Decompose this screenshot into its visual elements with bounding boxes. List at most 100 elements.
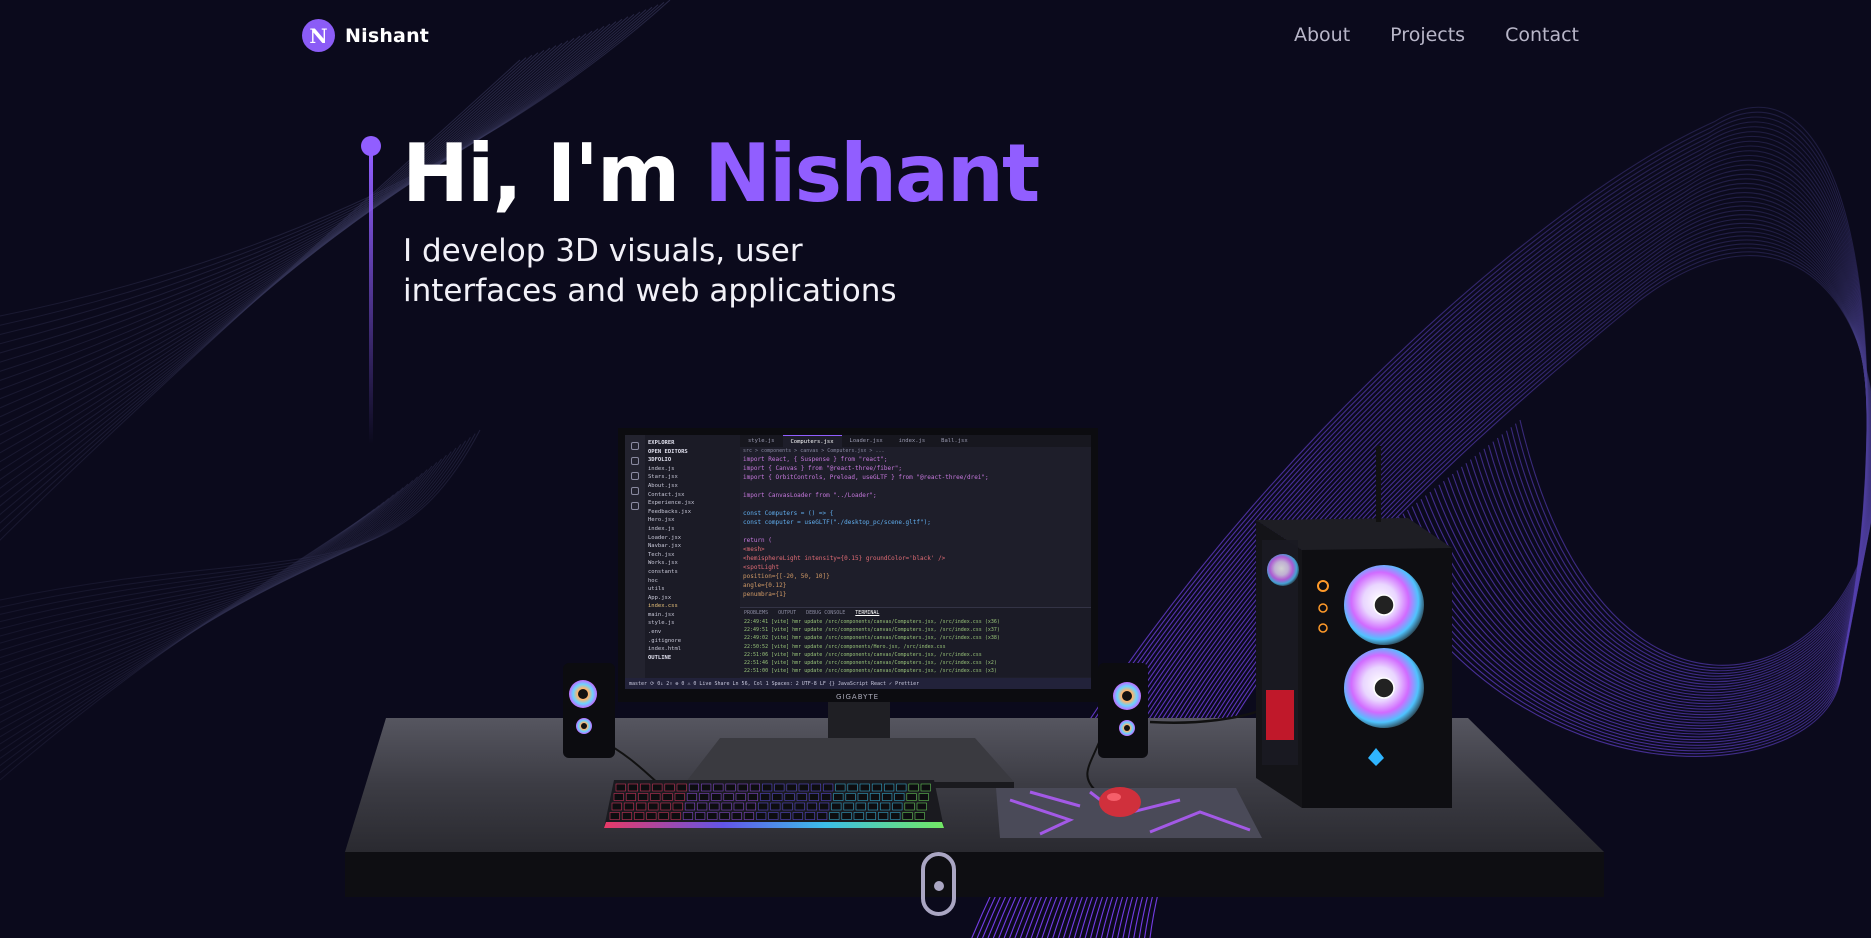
vscode-activity-bar [625,435,645,689]
explorer-title: EXPLORER [648,440,675,446]
hero-accent-line [361,136,381,446]
explorer-file[interactable]: index.js [648,465,737,474]
editor-tab[interactable]: Ball.jsx [933,435,976,447]
terminal-panel: PROBLEMS OUTPUT DEBUG CONSOLE TERMINAL 22:4… [740,607,1091,677]
explorer-file[interactable]: index.js [648,525,737,534]
code-line: <mesh> [743,546,765,553]
explorer-file[interactable]: Experience.jsx [648,499,737,508]
explorer-file[interactable]: Tech.jsx [648,551,737,560]
wave-line [1090,209,1871,938]
hero-accent-bar [369,154,373,444]
explorer-file-list: index.js Stars.jsx About.jsx Contact.jsx… [648,465,737,654]
explorer-file[interactable]: Loader.jsx [648,534,737,543]
editor-tabs: style.js Computers.jsx Loader.jsx index.js B… [740,435,1091,447]
scroll-indicator-icon[interactable] [921,852,956,916]
hero-accent-dot [361,136,381,156]
explorer-outline: OUTLINE [648,654,672,661]
terminal-line: 22:49:02 [vite] hmr update /src/componen… [744,635,1000,642]
terminal-output: 22:49:41 [vite] hmr update /src/componen… [740,618,1091,675]
editor-tab[interactable]: style.js [740,435,783,447]
explorer-file[interactable]: main.jsx [648,611,737,620]
brand-logo-icon: N [302,19,335,52]
explorer-file[interactable]: index.html [648,645,737,654]
explorer-file[interactable]: Feedbacks.jsx [648,508,737,517]
terminal-line: 22:51:06 [vite] hmr update /src/componen… [744,651,982,658]
explorer-file[interactable]: style.js [648,619,737,628]
code-line: position={[-20, 50, 10]} [743,573,830,580]
panel-tab[interactable]: TERMINAL [855,610,879,616]
editor-code: import React, { Suspense } from "react";… [743,455,1081,605]
hero-subtitle-line2: interfaces and web applications [403,273,897,309]
terminal-line: 22:51:46 [vite] hmr update /src/componen… [744,660,997,667]
code-line: penumbra={1} [743,591,787,598]
editor-breadcrumb: src > components > canvas > Computers.js… [743,448,885,454]
explorer-file[interactable]: .gitignore [648,637,737,646]
explorer-file[interactable]: Hero.jsx [648,516,737,525]
explorer-file[interactable]: constants [648,568,737,577]
explorer-file[interactable]: About.jsx [648,482,737,491]
explorer-project: 3DFOLIO [648,457,672,464]
code-line: const Computers = () => { [743,510,834,517]
wave-line [1138,247,1871,938]
wave-line [0,6,653,623]
wave-line [1063,187,1870,938]
navbar: N Nishant About Projects Contact [0,0,1871,74]
explorer-file[interactable]: App.jsx [648,594,737,603]
brand-name: Nishant [345,24,430,47]
terminal-line: 22:50:52 [vite] hmr update /src/componen… [744,643,946,650]
run-debug-icon [631,487,639,495]
hero-subtitle-line1: I develop 3D visuals, user [403,233,803,269]
wave-line [1100,218,1871,938]
explorer-open-editors: OPEN EDITORS [648,448,688,455]
scroll-indicator-dot [934,881,944,891]
code-line: import { OrbitControls, Preload, useGLTF… [743,474,989,481]
code-line: <spotLight [743,564,780,571]
explorer-file[interactable]: hoc [648,577,737,586]
hero-greeting: Hi, I'm [402,127,705,220]
terminal-line: 22:51:00 [vite] hmr update /src/componen… [744,668,997,675]
monitor-brand-label: GIGABYTE [836,693,880,701]
explorer-file[interactable]: utils [648,585,737,594]
nav-link-projects[interactable]: Projects [1390,24,1465,46]
wave-line [1041,169,1869,938]
hero-name: Nishant [704,127,1040,220]
panel-tab[interactable]: DEBUG CONSOLE [806,610,845,616]
panel-tabs: PROBLEMS OUTPUT DEBUG CONSOLE TERMINAL [740,608,1091,618]
wave-line [1019,150,1868,938]
editor-tab[interactable]: Loader.jsx [842,435,891,447]
wave-line [1036,164,1869,938]
code-line: import CanvasLoader from "../Loader"; [743,492,877,499]
panel-tab[interactable]: OUTPUT [778,610,796,616]
vscode-explorer: EXPLORER OPEN EDITORS 3DFOLIO index.js S… [645,435,740,689]
explorer-icon [631,442,639,450]
wave-line [1025,155,1869,938]
explorer-file[interactable]: index.css [648,602,737,611]
hero-subtitle: I develop 3D visuals, user interfaces an… [403,231,963,311]
wave-line [1127,239,1871,938]
panel-tab[interactable]: PROBLEMS [744,610,768,616]
code-line: angle={0.12} [743,582,787,589]
editor-tab[interactable]: index.js [891,435,934,447]
editor-tab[interactable]: Computers.jsx [782,435,842,447]
wave-line [0,23,611,673]
terminal-line: 22:49:41 [vite] hmr update /src/componen… [744,619,1000,625]
brand-logo-link[interactable]: N Nishant [302,19,429,52]
code-line: <hemisphereLight intensity={0.15} ground… [743,555,946,562]
wave-line [1079,201,1871,938]
explorer-file[interactable]: Works.jsx [648,559,737,568]
wave-line [1046,173,1869,938]
explorer-file[interactable]: Stars.jsx [648,473,737,482]
explorer-file[interactable]: Contact.jsx [648,491,737,500]
explorer-file[interactable]: Navbar.jsx [648,542,737,551]
code-line: return ( [743,537,772,544]
nav-link-about[interactable]: About [1294,24,1350,46]
nav-link-contact[interactable]: Contact [1505,24,1579,46]
hero-title: Hi, I'm Nishant [402,126,1040,221]
extensions-icon [631,502,639,510]
wave-line [0,26,605,680]
code-line: const computer = useGLTF("./desktop_pc/s… [743,519,931,526]
explorer-file[interactable]: .env [648,628,737,637]
